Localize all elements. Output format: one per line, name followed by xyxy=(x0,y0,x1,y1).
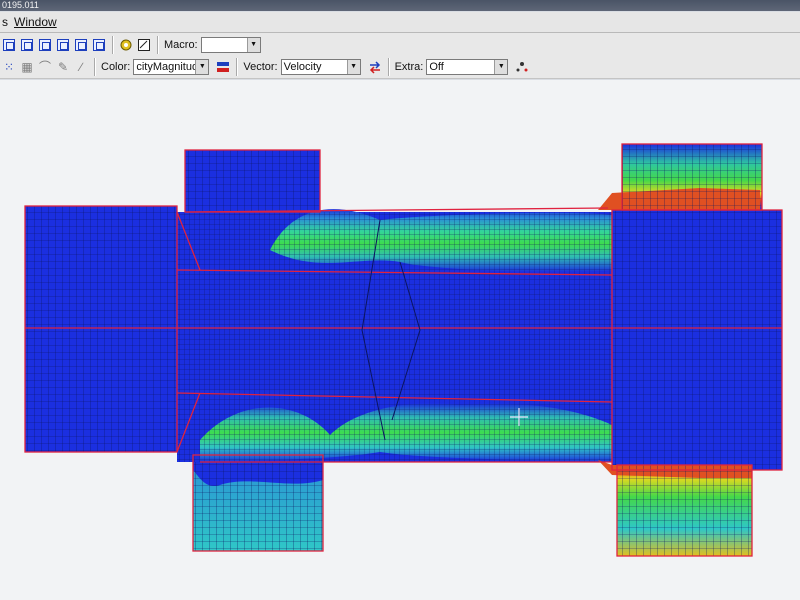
title-bar: 0195.011 xyxy=(0,0,800,11)
window-title: 0195.011 xyxy=(2,0,39,10)
mesh-bottom-right-tab xyxy=(598,460,752,556)
brush-icon: ∕ xyxy=(79,59,82,74)
particles-icon xyxy=(516,61,528,71)
view-top-button[interactable] xyxy=(91,37,107,53)
grid-icon: ▦ xyxy=(21,59,33,74)
mesh-top-left-tab xyxy=(185,150,320,212)
extra-label: Extra: xyxy=(394,60,424,73)
extra-options-button[interactable] xyxy=(514,59,530,75)
display-toolbar: ⁙ ▦ ⌒ ✎ ∕ Color: cityMagnitude ▼ Vector:… xyxy=(0,55,800,79)
pen-icon: ✎ xyxy=(57,59,69,74)
chevron-down-icon: ▼ xyxy=(246,37,260,52)
view-back-button[interactable] xyxy=(37,37,53,53)
menu-bar: s Window xyxy=(0,12,800,33)
view-right-button[interactable] xyxy=(73,37,89,53)
frame-icon xyxy=(138,38,150,51)
chevron-down-icon: ▼ xyxy=(195,59,209,74)
mesh-right-block xyxy=(612,210,782,470)
color-options-button[interactable] xyxy=(215,59,231,75)
grid-button[interactable]: ▦ xyxy=(19,59,35,75)
view-front-icon xyxy=(21,38,33,51)
view-right-icon xyxy=(75,38,87,51)
vector-label: Vector: xyxy=(243,60,278,73)
nodes-button[interactable]: ⁙ xyxy=(1,59,17,75)
vector-arrows-icon xyxy=(369,60,380,74)
mesh-bottom-left-tab xyxy=(193,455,323,551)
extra-value: Off xyxy=(429,60,444,73)
color-scale-icon xyxy=(217,61,230,72)
brush-button[interactable]: ∕ xyxy=(73,59,89,75)
frame-button[interactable] xyxy=(136,37,152,53)
view-back-icon xyxy=(39,38,51,51)
toolbar-separator xyxy=(157,35,158,54)
chevron-down-icon: ▼ xyxy=(494,59,508,74)
velocity-contour-plot[interactable] xyxy=(0,80,800,600)
color-select[interactable]: cityMagnitude ▼ xyxy=(133,58,210,75)
menu-item-partial[interactable]: s xyxy=(0,15,11,29)
mesh-left-block xyxy=(25,206,177,452)
rotate-button[interactable] xyxy=(118,37,134,53)
view-top-icon xyxy=(93,38,105,51)
curve-button[interactable]: ⌒ xyxy=(37,59,53,75)
toolbar-separator xyxy=(387,57,389,76)
extra-select[interactable]: Off ▼ xyxy=(426,58,509,75)
curve-icon: ⌒ xyxy=(38,59,51,74)
graphics-viewport[interactable] xyxy=(0,80,800,600)
view-iso-button[interactable] xyxy=(1,37,17,53)
view-left-icon xyxy=(57,38,69,51)
pen-button[interactable]: ✎ xyxy=(55,59,71,75)
view-left-button[interactable] xyxy=(55,37,71,53)
color-value: cityMagnitude xyxy=(136,60,196,73)
toolbar-separator xyxy=(236,57,238,76)
vector-options-button[interactable] xyxy=(367,59,383,75)
macro-select[interactable]: ▼ xyxy=(200,36,261,53)
view-toolbar: Macro: ▼ xyxy=(0,33,800,57)
menu-item-window[interactable]: Window xyxy=(11,15,60,29)
view-front-button[interactable] xyxy=(19,37,35,53)
toolbar-separator xyxy=(94,57,95,76)
vector-select[interactable]: Velocity ▼ xyxy=(280,58,361,75)
vector-value: Velocity xyxy=(283,60,322,73)
nodes-icon: ⁙ xyxy=(3,59,15,74)
menu-item-window-label: Window xyxy=(14,15,57,29)
macro-label: Macro: xyxy=(164,38,198,51)
color-label: Color: xyxy=(101,60,131,73)
view-iso-icon xyxy=(3,38,15,51)
gear-icon xyxy=(120,39,132,50)
toolbar-separator xyxy=(112,35,113,54)
mesh-channel xyxy=(177,209,617,462)
chevron-down-icon: ▼ xyxy=(346,59,360,74)
